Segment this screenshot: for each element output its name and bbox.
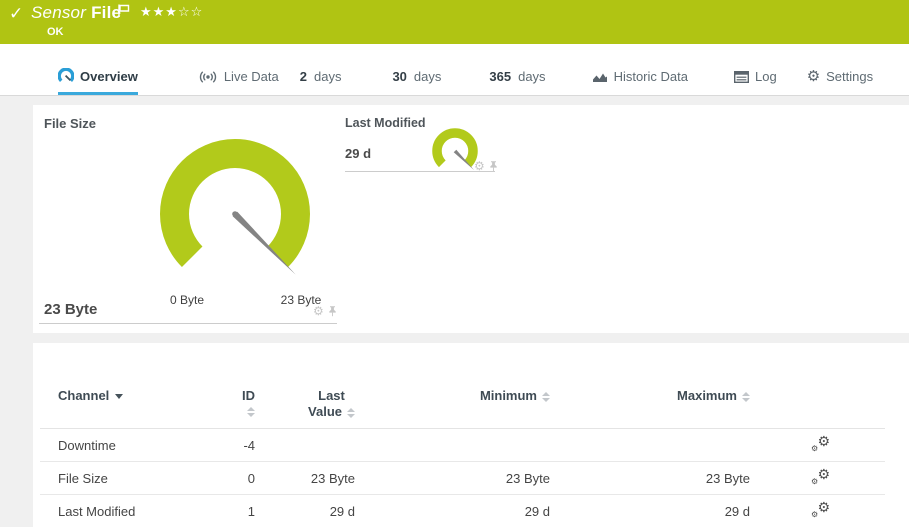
status-check-icon: ✓ — [9, 4, 23, 24]
gauge-settings-icon[interactable]: ⚙ — [313, 305, 324, 317]
cell-last-value: 23 Byte — [255, 462, 355, 495]
tab-label: Overview — [80, 69, 138, 84]
broadcast-icon — [198, 70, 218, 84]
stars-empty: ☆☆ — [178, 4, 203, 19]
cell-last-value: 29 d — [255, 495, 355, 527]
sort-icon — [542, 392, 550, 402]
sensor-type-label: Sensor — [31, 3, 86, 22]
tab-label: Historic Data — [614, 69, 688, 84]
status-badge: OK — [47, 26, 64, 38]
table-row-downtime[interactable]: Downtime -4 ⚙⚙ — [40, 429, 885, 462]
col-header-last-value[interactable]: Last Value — [255, 343, 355, 429]
file-size-baseline — [39, 323, 337, 324]
tab-2-days[interactable]: 2 days — [300, 69, 342, 95]
tab-number: 2 — [300, 69, 307, 84]
last-modified-last-value: 29 d — [345, 146, 371, 161]
tab-365-days[interactable]: 365 days — [489, 69, 545, 95]
stars-filled: ★★★ — [140, 4, 178, 19]
flag-icon[interactable] — [117, 4, 131, 18]
page-title: SensorFile — [31, 3, 121, 23]
cell-minimum: 29 d — [355, 495, 550, 527]
table-row-last-modified[interactable]: Last Modified 1 29 d 29 d 29 d ⚙⚙ — [40, 495, 885, 527]
cell-minimum: 23 Byte — [355, 462, 550, 495]
channel-settings-icon[interactable]: ⚙⚙ — [811, 469, 830, 485]
tab-settings[interactable]: ⚙ Settings — [807, 69, 873, 95]
tab-live-data[interactable]: Live Data — [198, 69, 279, 95]
sort-icon — [247, 407, 255, 417]
tab-label: Live Data — [224, 69, 279, 84]
table-header-row: Channel ID Last Value Minimum — [40, 343, 885, 429]
cell-maximum — [550, 429, 750, 462]
tab-label: Settings — [826, 69, 873, 84]
tab-number: 365 — [489, 69, 511, 84]
sort-desc-icon — [115, 394, 123, 399]
tab-log[interactable]: Log — [734, 69, 777, 95]
sensor-status-header: ✓ SensorFile ★★★☆☆ OK — [0, 0, 909, 44]
tab-label: Log — [755, 69, 777, 84]
last-modified-baseline — [345, 171, 495, 172]
gear-icon: ⚙ — [807, 69, 820, 84]
col-header-minimum[interactable]: Minimum — [355, 343, 550, 429]
channel-settings-icon[interactable]: ⚙⚙ — [811, 436, 830, 452]
sort-icon — [347, 408, 355, 418]
channels-panel: Channel ID Last Value Minimum — [33, 343, 909, 527]
cell-maximum: 29 d — [550, 495, 750, 527]
overview-content: File Size 0 Byte 23 Byte 23 Byte ⚙ Last … — [0, 96, 909, 527]
gauges-panel: File Size 0 Byte 23 Byte 23 Byte ⚙ Last … — [33, 105, 909, 333]
cell-id: 1 — [230, 495, 255, 527]
table-row-file-size[interactable]: File Size 0 23 Byte 23 Byte 23 Byte ⚙⚙ — [40, 462, 885, 495]
priority-stars[interactable]: ★★★☆☆ — [140, 4, 203, 20]
tab-historic-data[interactable]: Historic Data — [592, 69, 688, 95]
tab-label: days — [518, 69, 545, 84]
gauge-icon — [58, 68, 74, 84]
cell-minimum — [355, 429, 550, 462]
tab-label: days — [414, 69, 441, 84]
col-header-channel[interactable]: Channel — [40, 343, 230, 429]
sensor-page: ✓ SensorFile ★★★☆☆ OK Overview Live Dat — [0, 0, 909, 527]
gauge-scale-min: 0 Byte — [155, 293, 219, 307]
cell-settings: ⚙⚙ — [750, 429, 885, 462]
file-size-gauge-title: File Size — [44, 116, 96, 131]
tab-label: days — [314, 69, 341, 84]
pin-icon[interactable] — [328, 305, 337, 317]
cell-settings: ⚙⚙ — [750, 495, 885, 527]
log-list-icon — [734, 71, 749, 83]
tab-overview[interactable]: Overview — [58, 68, 138, 95]
cell-channel: Downtime — [40, 429, 230, 462]
channel-settings-icon[interactable]: ⚙⚙ — [811, 502, 830, 518]
cell-maximum: 23 Byte — [550, 462, 750, 495]
cell-last-value — [255, 429, 355, 462]
file-size-gauge — [145, 120, 345, 295]
sort-icon — [742, 392, 750, 402]
cell-id: -4 — [230, 429, 255, 462]
last-modified-gauge-title: Last Modified — [345, 116, 426, 130]
col-header-id[interactable]: ID — [230, 343, 255, 429]
col-header-settings — [750, 343, 885, 429]
tab-number: 30 — [392, 69, 406, 84]
tab-bar: Overview Live Data 2 days 30 days 365 da… — [0, 44, 909, 96]
cell-settings: ⚙⚙ — [750, 462, 885, 495]
tab-30-days[interactable]: 30 days — [392, 69, 441, 95]
col-header-maximum[interactable]: Maximum — [550, 343, 750, 429]
channels-table: Channel ID Last Value Minimum — [40, 343, 885, 527]
file-size-gauge-tools: ⚙ — [313, 305, 337, 317]
cell-channel: File Size — [40, 462, 230, 495]
cell-channel: Last Modified — [40, 495, 230, 527]
area-chart-icon — [592, 70, 608, 83]
file-size-last-value: 23 Byte — [44, 301, 97, 318]
cell-id: 0 — [230, 462, 255, 495]
